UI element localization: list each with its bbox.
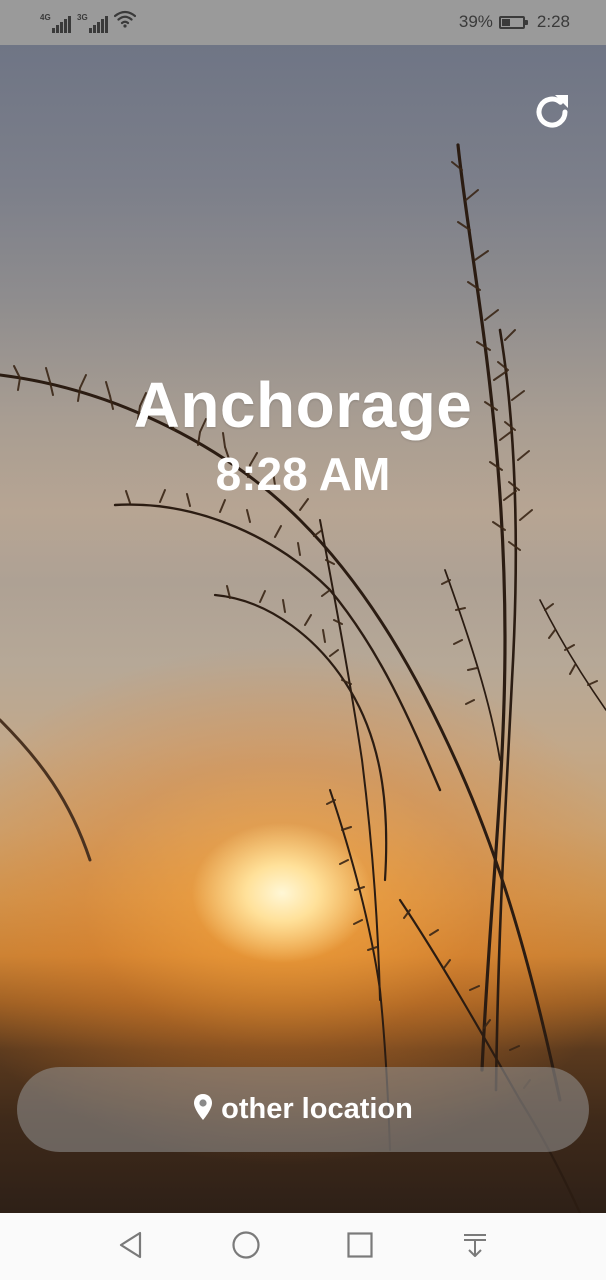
notification-pull-button[interactable] (458, 1230, 492, 1264)
screen: 4G 3G 39% 2:28 Anchorage 8:28 AM other l… (0, 0, 606, 1280)
battery-percent: 39% (458, 12, 493, 31)
other-location-button[interactable]: other location (17, 1067, 589, 1152)
network-type-4g: 4G (40, 13, 51, 22)
back-button[interactable] (114, 1230, 148, 1264)
recents-button[interactable] (343, 1230, 377, 1264)
status-time: 2:28 (536, 12, 570, 31)
refresh-icon (530, 90, 574, 139)
city-time: 8:28 AM (215, 448, 391, 500)
signal-3g-icon: 3G (77, 13, 108, 33)
battery-icon (498, 15, 528, 29)
signal-4g-icon: 4G (40, 13, 71, 33)
other-location-label: other location (221, 1093, 413, 1125)
grass-silhouette (0, 143, 606, 1213)
background-photo (0, 45, 606, 1213)
battery-fill (501, 18, 510, 26)
city-name: Anchorage (133, 369, 473, 441)
recents-icon (345, 1230, 375, 1265)
location-pin-icon (193, 1093, 213, 1126)
notification-pull-icon (460, 1230, 490, 1265)
home-icon (231, 1230, 261, 1265)
network-type-3g: 3G (77, 13, 88, 22)
wifi-icon (113, 10, 137, 33)
back-icon (117, 1230, 145, 1265)
navigation-bar (0, 1213, 606, 1280)
home-button[interactable] (229, 1230, 263, 1264)
refresh-button[interactable] (528, 90, 576, 138)
status-left: 4G 3G (40, 10, 137, 33)
status-right: 39% 2:28 (459, 12, 570, 32)
status-bar: 4G 3G 39% 2:28 (0, 0, 606, 45)
